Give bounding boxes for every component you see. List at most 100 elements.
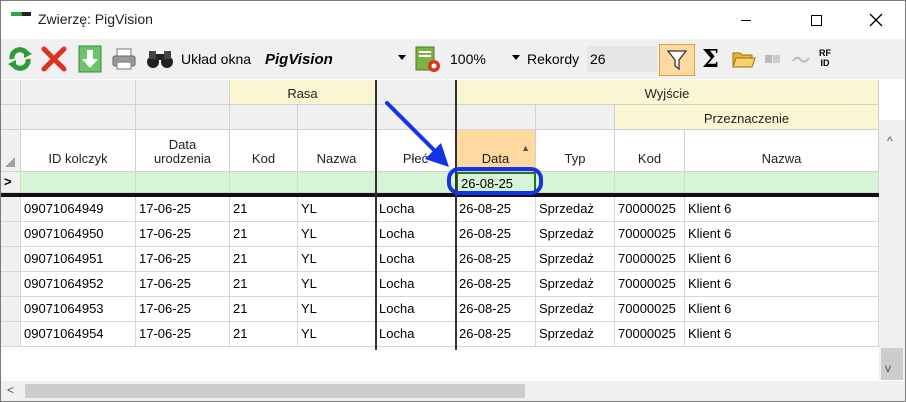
refresh-button[interactable] (5, 44, 35, 74)
download-button[interactable] (75, 44, 105, 74)
report-settings-button[interactable] (412, 44, 442, 74)
row-selector[interactable] (1, 272, 21, 297)
cell-dest-name[interactable]: Klient 6 (685, 297, 879, 322)
cell-birth-date[interactable]: 17-06-25 (136, 297, 230, 322)
cell-breed-name[interactable]: YL (298, 272, 376, 297)
cell-dest-name[interactable]: Klient 6 (685, 222, 879, 247)
cell-dest-name[interactable]: Klient 6 (685, 272, 879, 297)
tag-button[interactable] (761, 44, 785, 74)
cell-birth-date[interactable]: 17-06-25 (136, 222, 230, 247)
cell-exit-date[interactable]: 26-08-25 (456, 297, 536, 322)
cell-sex[interactable]: Locha (376, 272, 456, 297)
filter-cell-breed-name[interactable] (298, 172, 376, 193)
cell-exit-type[interactable]: Sprzedaż (536, 297, 615, 322)
row-selector[interactable] (1, 297, 21, 322)
rfid-button[interactable]: RF ID (819, 48, 831, 68)
cell-id[interactable]: 09071064953 (21, 297, 136, 322)
cell-sex[interactable]: Locha (376, 322, 456, 347)
filter-cell-dest-name[interactable] (685, 172, 879, 193)
cell-breed-name[interactable]: YL (298, 222, 376, 247)
cell-exit-type[interactable]: Sprzedaż (536, 197, 615, 222)
sum-button[interactable]: Σ (702, 44, 719, 73)
cell-dest-code[interactable]: 70000025 (615, 197, 685, 222)
filter-cell-exit-type[interactable] (536, 172, 615, 193)
row-selector[interactable] (1, 247, 21, 272)
column-header-breed-code[interactable]: Kod (230, 130, 298, 172)
cell-birth-date[interactable]: 17-06-25 (136, 322, 230, 347)
cell-sex[interactable]: Locha (376, 297, 456, 322)
cell-dest-code[interactable]: 70000025 (615, 247, 685, 272)
column-header-id[interactable]: ID kolczyk (21, 130, 136, 172)
cell-breed-code[interactable]: 21 (230, 272, 298, 297)
column-header-exit-date[interactable]: Data ▲ (456, 130, 536, 172)
layout-dropdown-icon[interactable] (398, 55, 406, 60)
filter-cell-birth-date[interactable] (136, 172, 230, 193)
cell-birth-date[interactable]: 17-06-25 (136, 197, 230, 222)
print-button[interactable] (109, 44, 139, 74)
cell-breed-name[interactable]: YL (298, 247, 376, 272)
cell-dest-code[interactable]: 70000025 (615, 272, 685, 297)
horizontal-scrollbar[interactable]: < v (1, 361, 905, 401)
cell-breed-name[interactable]: YL (298, 322, 376, 347)
layout-select[interactable]: PigVision (261, 46, 411, 72)
cell-id[interactable]: 09071064952 (21, 272, 136, 297)
cell-dest-code[interactable]: 70000025 (615, 222, 685, 247)
maximize-button[interactable] (793, 1, 839, 39)
cell-exit-date[interactable]: 26-08-25 (456, 222, 536, 247)
cell-exit-date[interactable]: 26-08-25 (456, 322, 536, 347)
cell-id[interactable]: 09071064949 (21, 197, 136, 222)
cell-birth-date[interactable]: 17-06-25 (136, 272, 230, 297)
cell-id[interactable]: 09071064954 (21, 322, 136, 347)
cell-breed-code[interactable]: 21 (230, 322, 298, 347)
cell-id[interactable]: 09071064951 (21, 247, 136, 272)
cell-breed-code[interactable]: 21 (230, 247, 298, 272)
zoom-dropdown-icon[interactable] (512, 55, 520, 60)
cell-exit-type[interactable]: Sprzedaż (536, 222, 615, 247)
zoom-select[interactable]: 100% (450, 46, 510, 72)
cell-dest-code[interactable]: 70000025 (615, 322, 685, 347)
cell-dest-name[interactable]: Klient 6 (685, 247, 879, 272)
row-selector[interactable] (1, 222, 21, 247)
filter-cell-breed-code[interactable] (230, 172, 298, 193)
cell-dest-name[interactable]: Klient 6 (685, 197, 879, 222)
cell-sex[interactable]: Locha (376, 197, 456, 222)
filter-cell-dest-code[interactable] (615, 172, 685, 193)
close-button[interactable] (853, 1, 899, 39)
cell-dest-name[interactable]: Klient 6 (685, 322, 879, 347)
cell-id[interactable]: 09071064950 (21, 222, 136, 247)
column-header-dest-name[interactable]: Nazwa (685, 130, 879, 172)
cell-exit-type[interactable]: Sprzedaż (536, 322, 615, 347)
filter-button[interactable] (659, 44, 695, 76)
cell-breed-code[interactable]: 21 (230, 222, 298, 247)
cell-sex[interactable]: Locha (376, 222, 456, 247)
delete-button[interactable] (39, 44, 69, 74)
cell-sex[interactable]: Locha (376, 247, 456, 272)
cell-breed-code[interactable]: 21 (230, 297, 298, 322)
open-folder-button[interactable] (731, 44, 757, 74)
cell-breed-name[interactable]: YL (298, 197, 376, 222)
column-header-birth-date[interactable]: Data urodzenia (136, 130, 230, 172)
cell-exit-date[interactable]: 26-08-25 (456, 197, 536, 222)
cell-breed-name[interactable]: YL (298, 297, 376, 322)
column-header-exit-type[interactable]: Typ (536, 130, 615, 172)
cell-exit-type[interactable]: Sprzedaż (536, 247, 615, 272)
minimize-button[interactable] (723, 1, 769, 39)
cell-dest-code[interactable]: 70000025 (615, 297, 685, 322)
rfid-scan-button[interactable] (789, 44, 813, 74)
cell-breed-code[interactable]: 21 (230, 197, 298, 222)
column-header-breed-name[interactable]: Nazwa (298, 130, 376, 172)
cell-birth-date[interactable]: 17-06-25 (136, 247, 230, 272)
row-selector[interactable] (1, 197, 21, 222)
cell-exit-type[interactable]: Sprzedaż (536, 272, 615, 297)
cell-exit-date[interactable]: 26-08-25 (456, 272, 536, 297)
scroll-up-icon[interactable]: ^ (887, 134, 893, 148)
scroll-left-icon[interactable]: < (7, 383, 14, 397)
filter-cell-id[interactable] (21, 172, 136, 193)
row-selector[interactable] (1, 322, 21, 347)
cell-exit-date[interactable]: 26-08-25 (456, 247, 536, 272)
vertical-scrollbar[interactable]: ^ (879, 120, 905, 380)
scroll-down-icon[interactable]: v (885, 361, 891, 375)
horizontal-scroll-thumb[interactable] (25, 384, 525, 398)
column-header-dest-code[interactable]: Kod (615, 130, 685, 172)
search-button[interactable] (143, 44, 177, 74)
